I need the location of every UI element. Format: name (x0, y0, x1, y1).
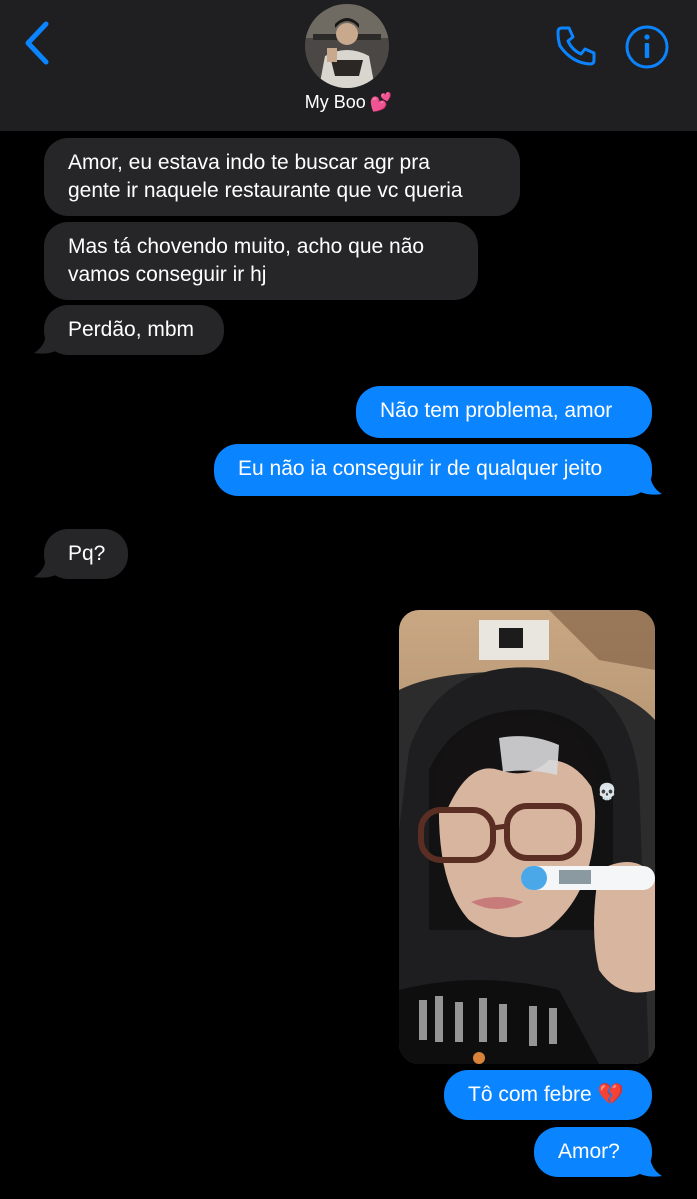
message-text: Perdão, mbm (68, 318, 195, 341)
message-line: vamos conseguir ir hj (68, 263, 267, 286)
message-line: gente ir naquele restaurante que vc quer… (68, 179, 463, 202)
bubble-tail (640, 476, 662, 495)
selfie-photo (399, 610, 655, 1064)
message-text: Amor? (558, 1140, 620, 1163)
broken-heart-emoji: 💔 (597, 1083, 624, 1106)
chevron-left-icon (25, 21, 49, 65)
back-button[interactable] (18, 18, 58, 68)
outgoing-message[interactable]: Eu não ia conseguir ir de qualquer jeito (214, 444, 652, 496)
bubble-tail (640, 1158, 662, 1177)
incoming-message[interactable]: Perdão, mbm (44, 305, 224, 355)
message-line: Mas tá chovendo muito, acho que não (68, 235, 425, 258)
avatar-photo (305, 4, 389, 88)
contact-name-text: My Boo (304, 92, 366, 112)
message-text: Eu não ia conseguir ir de qualquer jeito (238, 457, 603, 480)
bubble-tail (34, 335, 56, 354)
incoming-message[interactable]: Amor, eu estava indo te buscar agr pra g… (44, 138, 520, 216)
message-text: Tô com febre (468, 1083, 592, 1106)
outgoing-message[interactable]: Tô com febre 💔 (444, 1070, 652, 1120)
outgoing-message[interactable]: Não tem problema, amor (356, 386, 652, 438)
info-icon (625, 25, 669, 69)
outgoing-message[interactable]: Amor? (534, 1127, 652, 1177)
contact-name[interactable]: My Boo 💕 (0, 92, 697, 113)
call-button[interactable] (552, 22, 600, 70)
incoming-message[interactable]: Pq? (44, 529, 128, 579)
contact-avatar[interactable] (305, 4, 389, 88)
chat-header: My Boo 💕 (0, 0, 697, 131)
photo-message[interactable]: 💀 (399, 610, 655, 1064)
bubble-tail (34, 559, 56, 578)
contact-emoji: 💕 (369, 92, 393, 112)
message-line: Amor, eu estava indo te buscar agr pra (68, 151, 430, 174)
phone-icon (556, 26, 596, 66)
message-text: Não tem problema, amor (380, 399, 613, 422)
skull-reaction: 💀 (597, 784, 617, 801)
message-text: Pq? (68, 542, 106, 565)
incoming-message[interactable]: Mas tá chovendo muito, acho que não vamo… (44, 222, 478, 300)
info-button[interactable] (624, 24, 670, 70)
